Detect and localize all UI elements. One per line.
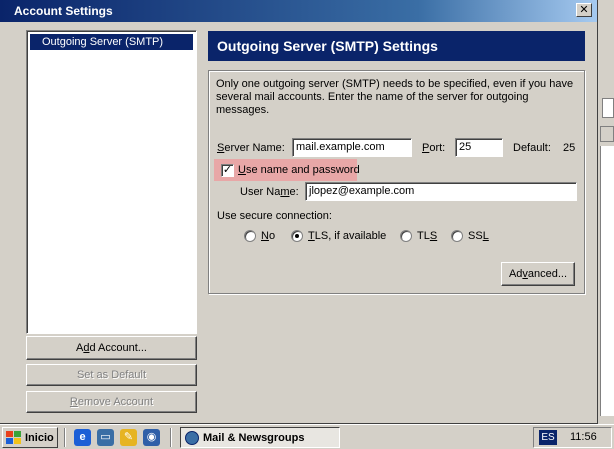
language-indicator[interactable]: ES <box>539 430 557 445</box>
clock[interactable]: 11:56 <box>570 431 597 443</box>
radio-no[interactable] <box>244 230 256 242</box>
background-window-button <box>600 126 614 142</box>
taskbar-separator <box>170 428 172 447</box>
close-button[interactable]: ✕ <box>576 3 592 17</box>
page-title: Outgoing Server (SMTP) Settings <box>208 31 585 61</box>
start-label: Inicio <box>25 431 54 444</box>
server-name-input[interactable]: mail.example.com <box>292 138 412 157</box>
windows-logo-icon <box>6 430 22 445</box>
system-tray: ES 11:56 <box>533 427 612 448</box>
default-port-label: Default: <box>513 142 551 154</box>
show-desktop-icon[interactable]: ▭ <box>97 429 114 446</box>
taskbar-separator <box>64 428 66 447</box>
set-as-default-button[interactable]: Set as Default <box>26 364 197 386</box>
account-settings-dialog: Account Settings ✕ Outgoing Server (SMTP… <box>0 0 598 424</box>
mail-app-icon <box>185 430 199 445</box>
radio-ssl-label[interactable]: SSL <box>468 230 489 242</box>
remove-account-button[interactable]: Remove Account <box>26 391 197 413</box>
advanced-button[interactable]: Ad v anced... <box>501 262 575 286</box>
default-port-value: 25 <box>563 142 576 154</box>
dialog-title: Account Settings <box>14 4 113 18</box>
background-window-field <box>602 98 614 118</box>
add-account-button[interactable]: Add Account... <box>26 336 197 360</box>
radio-tls-label[interactable]: TLS <box>417 230 437 242</box>
radio-ssl[interactable] <box>451 230 463 242</box>
info-text: Only one outgoing server (SMTP) needs to… <box>216 78 574 116</box>
user-name-label: User Name: <box>240 186 299 198</box>
use-name-password-checkbox[interactable]: ✓ <box>221 164 234 177</box>
radio-tls-if-available-label[interactable]: TLS, if available <box>308 230 386 242</box>
start-button[interactable]: Inicio <box>2 427 58 448</box>
background-window-pane-right <box>600 146 614 416</box>
radio-no-label[interactable]: No <box>261 230 275 242</box>
list-item-outgoing-server[interactable]: Outgoing Server (SMTP) <box>30 34 193 50</box>
radio-tls[interactable] <box>400 230 412 242</box>
secure-connection-label: Use secure connection: <box>217 210 332 222</box>
port-input[interactable]: 25 <box>455 138 503 157</box>
dialog-titlebar[interactable]: Account Settings ✕ <box>0 0 597 22</box>
account-tree-list[interactable]: Outgoing Server (SMTP) <box>26 30 197 334</box>
user-name-input[interactable]: jlopez@example.com <box>305 182 577 201</box>
close-icon: ✕ <box>579 3 589 16</box>
notepad-icon[interactable]: ✎ <box>120 429 137 446</box>
internet-explorer-icon[interactable]: e <box>74 429 91 446</box>
checkmark-icon: ✓ <box>222 163 233 176</box>
use-name-password-label[interactable]: Use name and password <box>238 164 360 176</box>
server-name-label: Server Name: <box>217 142 285 154</box>
radio-tls-if-available[interactable] <box>291 230 303 242</box>
mozilla-icon[interactable]: ◉ <box>143 429 160 446</box>
port-label: Port: <box>422 142 446 154</box>
taskbar-mail-newsgroups[interactable]: Mail & Newsgroups <box>180 427 340 448</box>
list-item-label: Outgoing Server (SMTP) <box>42 36 164 48</box>
task-label: Mail & Newsgroups <box>203 431 305 444</box>
taskbar: Inicio e ▭ ✎ ◉ Mail & Newsgroups ES 11:5… <box>0 424 614 449</box>
